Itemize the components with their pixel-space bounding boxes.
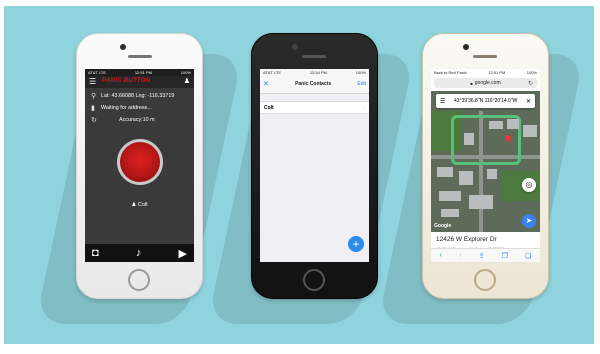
- add-contact-button[interactable]: +: [348, 236, 364, 252]
- chevron-right-icon: ›: [363, 104, 365, 111]
- building-icon: ▮: [91, 105, 95, 112]
- video-icon[interactable]: ▶: [179, 247, 187, 260]
- map-building: [487, 169, 497, 179]
- contact-indicator: ♟ Colt: [85, 202, 194, 208]
- back-icon[interactable]: ‹: [440, 252, 442, 259]
- status-bar: Back to Red Panic 12:51 PM 100%: [434, 70, 537, 75]
- home-button[interactable]: [474, 269, 496, 291]
- my-location-icon[interactable]: ◎: [522, 178, 536, 192]
- menu-icon[interactable]: ☰: [440, 98, 445, 105]
- panic-button[interactable]: [117, 139, 163, 185]
- background: AT&T LTE 12:51 PM 100% ☰ PANIC BUTTON ♟ …: [4, 6, 594, 344]
- contact-name: Colt: [264, 104, 274, 111]
- edit-button[interactable]: Edit: [357, 81, 366, 87]
- contact-name: Colt: [137, 202, 148, 208]
- screen: AT&T LTE 12:51 PM 100% ☰ PANIC BUTTON ♟ …: [85, 69, 194, 262]
- bookmarks-icon[interactable]: ❐: [502, 252, 508, 260]
- reload-icon[interactable]: ↻: [528, 80, 533, 87]
- bell-icon[interactable]: ♟: [184, 77, 190, 85]
- microphone-icon[interactable]: ♪: [136, 247, 142, 259]
- refresh-icon[interactable]: ↻: [91, 116, 101, 124]
- browser-toolbar: ‹ › ⇪ ❐ ❑: [431, 248, 540, 262]
- status-bar: AT&T LTE 12:51 PM 100%: [85, 69, 194, 76]
- address-bar[interactable]: ■ google.com ↻: [434, 78, 537, 88]
- home-button[interactable]: [128, 269, 150, 291]
- status-bar: AT&T LTE 12:54 PM 100%: [263, 70, 366, 75]
- share-icon[interactable]: ⇪: [479, 252, 485, 260]
- app-header: ☰ PANIC BUTTON ♟: [85, 76, 194, 88]
- location-pin-icon: ⚲: [91, 93, 97, 100]
- coords-text: 43°39'36.8"N 116°20'14.0"W: [454, 98, 518, 104]
- accuracy-row: ↻ Accuracy:10 m: [91, 115, 190, 125]
- map-building: [459, 171, 473, 185]
- earpiece: [128, 55, 152, 58]
- forward-icon[interactable]: ›: [459, 252, 461, 259]
- address-row: ▮ Waiting for address...: [91, 103, 190, 113]
- menu-icon[interactable]: ☰: [89, 77, 96, 86]
- close-icon[interactable]: ✕: [526, 98, 531, 105]
- map-building: [523, 125, 537, 137]
- person-icon: ♟: [131, 202, 137, 208]
- media-bar: ◘ ♪ ▶: [85, 244, 194, 262]
- lat-lng-text: Lat: 43.66088 Lng: -116.33719: [101, 93, 175, 99]
- directions-icon[interactable]: ➤: [522, 214, 536, 228]
- map-building: [507, 119, 519, 129]
- place-title: 12426 W Explorer Dr: [436, 236, 497, 243]
- earpiece: [302, 55, 326, 58]
- map-building: [441, 209, 459, 217]
- map-view[interactable]: ☰ 43°39'36.8"N 116°20'14.0"W ✕ Google ◎ …: [431, 91, 540, 232]
- address-status: Waiting for address...: [101, 105, 152, 111]
- camera-icon[interactable]: ◘: [92, 247, 99, 259]
- close-icon[interactable]: ✕: [263, 80, 269, 88]
- phone-map: Back to Red Panic 12:51 PM 100% ■ google…: [422, 33, 549, 299]
- phone-contacts: AT&T LTE 12:54 PM 100% ✕ Panic Contacts …: [251, 33, 378, 299]
- front-camera: [120, 44, 126, 50]
- tabs-icon[interactable]: ❑: [525, 252, 531, 260]
- map-building: [439, 191, 461, 201]
- contact-row[interactable]: Colt ›: [260, 101, 369, 114]
- location-row: ⚲ Lat: 43.66088 Lng: -116.33719: [91, 91, 190, 101]
- nav-title: Panic Contacts: [295, 81, 332, 87]
- earpiece: [473, 55, 497, 58]
- screen: Back to Red Panic 12:51 PM 100% ■ google…: [431, 69, 540, 262]
- lock-icon: ■: [470, 80, 473, 86]
- home-button[interactable]: [303, 269, 325, 291]
- map-building: [437, 167, 453, 177]
- nav-bar: AT&T LTE 12:54 PM 100% ✕ Panic Contacts …: [260, 69, 369, 94]
- map-logo: Google: [434, 223, 452, 229]
- phone-panic-app: AT&T LTE 12:51 PM 100% ☰ PANIC BUTTON ♟ …: [76, 33, 203, 299]
- accuracy-text: Accuracy:10 m: [119, 117, 155, 123]
- front-camera: [463, 44, 469, 50]
- front-camera: [292, 44, 298, 50]
- map-building: [469, 195, 493, 209]
- map-search-box[interactable]: ☰ 43°39'36.8"N 116°20'14.0"W ✕: [436, 94, 535, 108]
- url-text: google.com: [474, 80, 501, 86]
- map-building: [489, 121, 503, 129]
- app-logo: PANIC BUTTON: [102, 78, 151, 84]
- map-building: [464, 133, 474, 145]
- nav-row: ✕ Panic Contacts Edit: [263, 77, 366, 91]
- screen: AT&T LTE 12:54 PM 100% ✕ Panic Contacts …: [260, 69, 369, 262]
